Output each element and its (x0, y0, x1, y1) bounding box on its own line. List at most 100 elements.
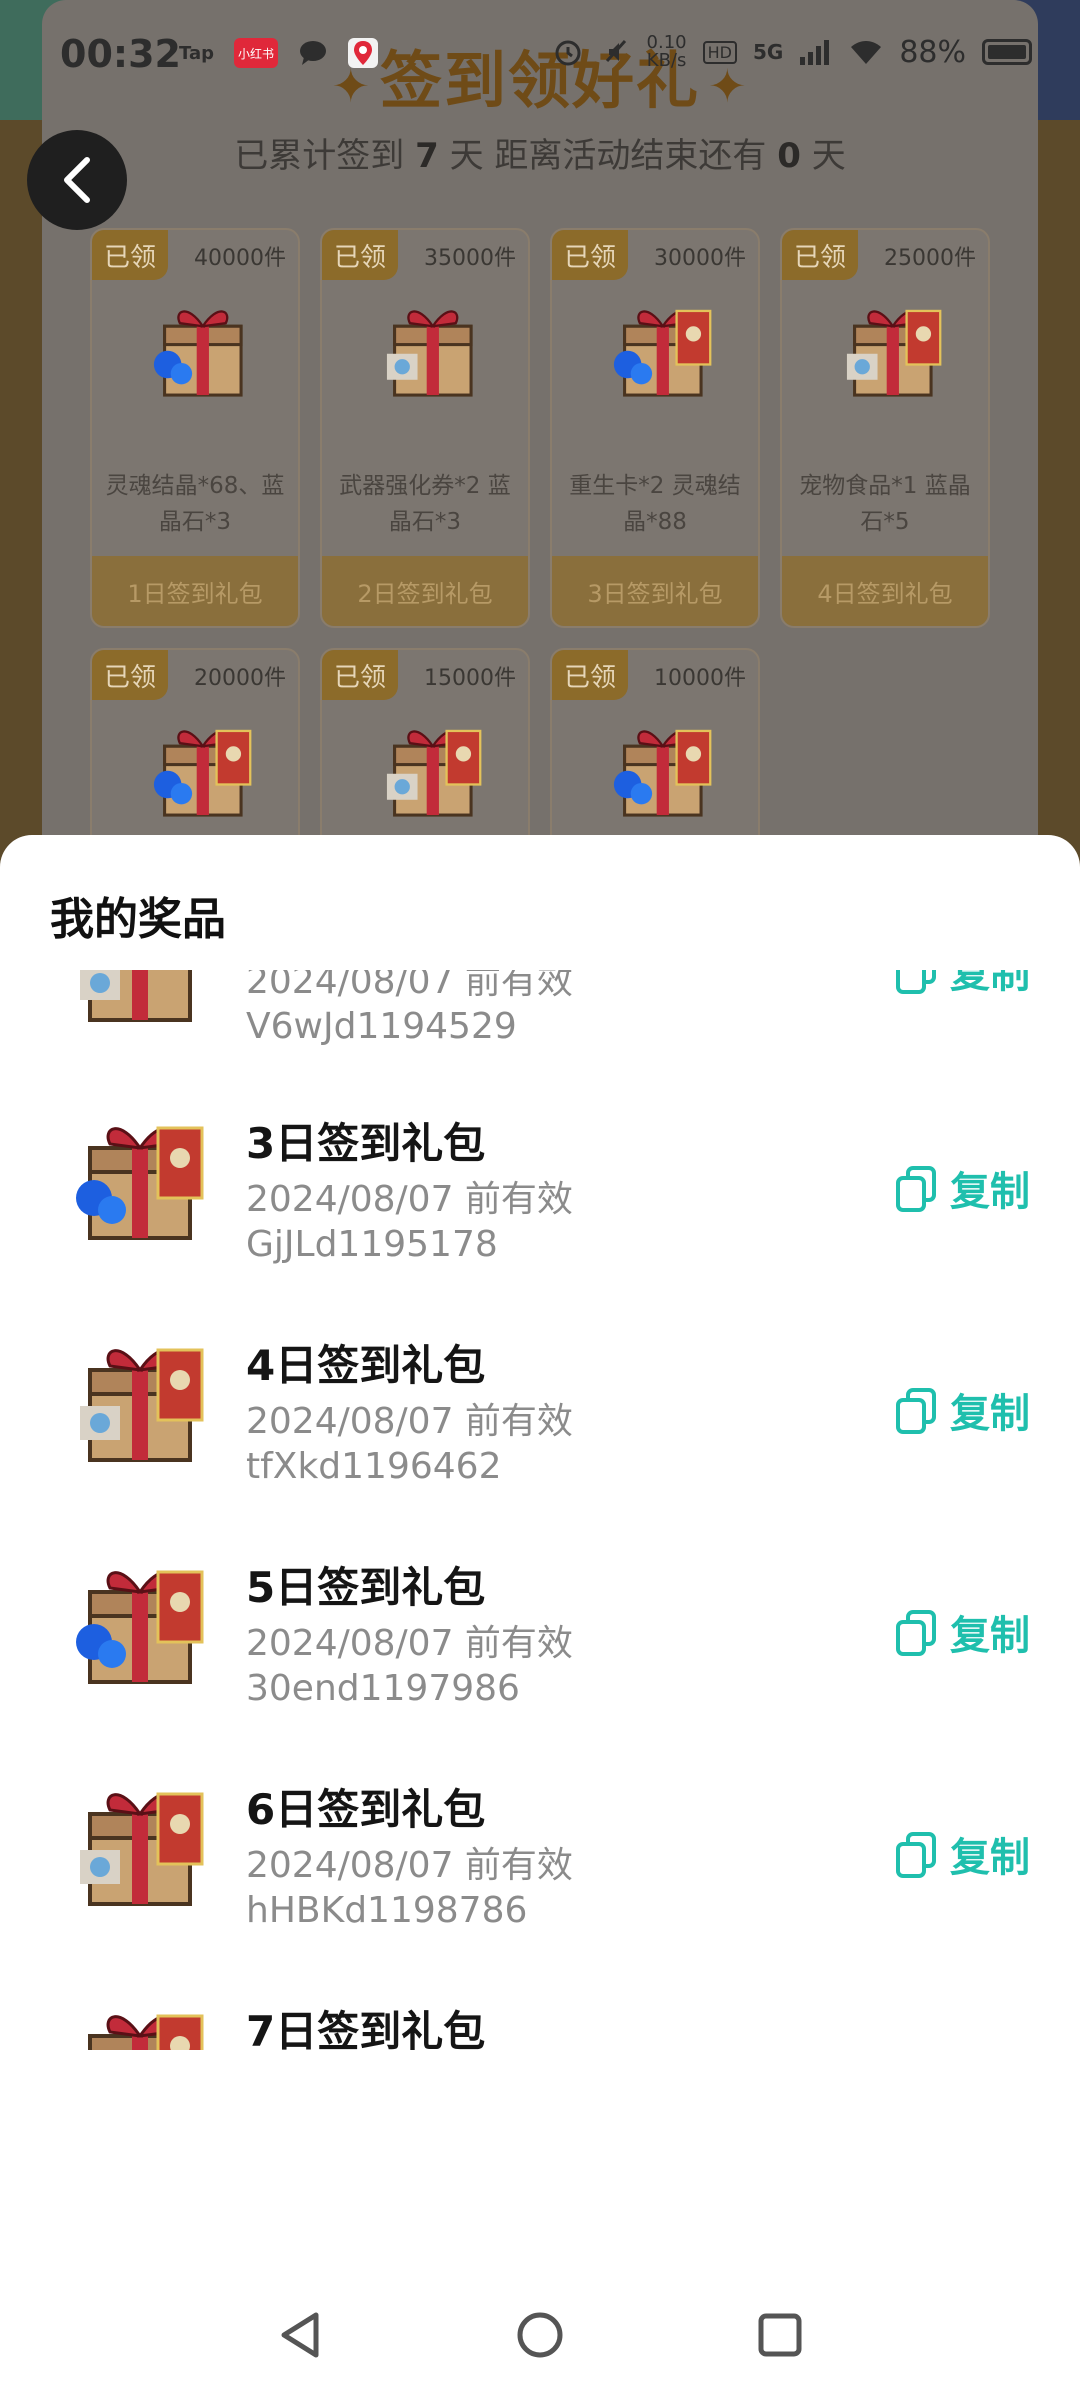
copy-icon (896, 970, 936, 994)
copy-button[interactable]: 复制 (894, 2046, 1030, 2050)
gift-label: 3日签到礼包 (552, 556, 758, 626)
gift-box-icon (134, 708, 264, 838)
triangle-back-icon (281, 2312, 319, 2358)
gift-box-icon (50, 970, 220, 1050)
back-button[interactable] (27, 130, 127, 230)
prize-row: 3日签到礼包 2024/08/07 前有效 GjJLd1195178 复制 (0, 1080, 1080, 1300)
gift-description: 灵魂结晶*68、蓝晶石*3 (105, 473, 285, 535)
prize-row: 6日签到礼包 2024/08/07 前有效 hHBKd1198786 复制 (0, 1746, 1080, 1966)
copy-icon (896, 1832, 936, 1878)
gift-box-icon (824, 288, 954, 418)
gift-card[interactable]: 已领 25000件 宠物食品*1 蓝晶石*5 4日签到礼包 (780, 228, 990, 628)
signal-type: 5G (752, 40, 784, 64)
copy-icon (896, 1610, 936, 1656)
gift-count: 30000件 (654, 246, 746, 271)
gift-count: 15000件 (424, 666, 516, 691)
prize-code: hHBKd1198786 (246, 1890, 528, 1931)
chevron-left-icon (64, 157, 90, 203)
prize-name: 6日签到礼包 (246, 1785, 486, 1834)
prize-row: 4日签到礼包 2024/08/07 前有效 tfXkd1196462 复制 (0, 1302, 1080, 1522)
copy-icon (896, 1388, 936, 1434)
prize-validity: 2024/08/07 前有效 (246, 1845, 573, 1886)
battery-percent: 88% (899, 34, 966, 70)
copy-icon (896, 1166, 936, 1212)
mute-icon (605, 39, 626, 63)
gift-box-icon (364, 288, 494, 418)
prize-name: 5日签到礼包 (246, 1563, 486, 1612)
gift-count: 10000件 (654, 666, 746, 691)
claimed-tag: 已领 (92, 650, 168, 700)
my-prizes-sheet: 我的奖品 2日签到礼包 2024/08/07 前有效 V6wJd1194529 … (0, 835, 1080, 2400)
copy-button[interactable]: 复制 (894, 1158, 1030, 1218)
copy-label: 复制 (950, 1835, 1030, 1881)
gift-box-icon (594, 708, 724, 838)
net-speed: 0.10 KB/s (646, 32, 687, 71)
copy-button[interactable]: 复制 (894, 1824, 1030, 1884)
copy-label: 复制 (950, 1169, 1030, 1215)
copy-button[interactable]: 复制 (894, 970, 1030, 1000)
status-bar: 00:32 Tap 小红书 0.10 KB/s HD 5G 88% (0, 0, 1080, 110)
claimed-tag: 已领 (782, 230, 858, 280)
nav-recent-button[interactable] (745, 2300, 815, 2370)
prize-row: 2日签到礼包 2024/08/07 前有效 V6wJd1194529 复制 (0, 970, 1080, 1082)
claimed-tag: 已领 (322, 650, 398, 700)
nav-home-button[interactable] (505, 2300, 575, 2370)
prize-validity: 2024/08/07 前有效 (246, 1401, 573, 1442)
map-app-icon (348, 38, 379, 68)
prize-validity: 2024/08/07 前有效 (246, 1179, 573, 1220)
gift-card[interactable]: 已领 30000件 重生卡*2 灵魂结晶*88 3日签到礼包 (550, 228, 760, 628)
gift-box-icon (50, 1542, 220, 1712)
prize-code: GjJLd1195178 (246, 1224, 498, 1265)
signal-icon (800, 40, 830, 65)
prize-code: tfXkd1196462 (246, 1446, 502, 1487)
gift-description: 武器强化券*2 蓝晶石*3 (339, 473, 511, 535)
gift-count: 40000件 (194, 246, 286, 271)
alarm-icon (555, 40, 581, 66)
claimed-tag: 已领 (552, 230, 628, 280)
prize-name: 3日签到礼包 (246, 1119, 486, 1168)
claimed-tag: 已领 (92, 230, 168, 280)
gift-description: 宠物食品*1 蓝晶石*5 (799, 473, 971, 535)
gift-box-icon (50, 1098, 220, 1268)
copy-label: 复制 (950, 970, 1030, 997)
gift-count: 20000件 (194, 666, 286, 691)
copy-label: 复制 (950, 1391, 1030, 1437)
message-icon (294, 38, 332, 68)
gift-box-icon (50, 1764, 220, 1934)
gift-card[interactable]: 已领 35000件 武器强化券*2 蓝晶石*3 2日签到礼包 (320, 228, 530, 628)
status-time: 00:32 (60, 32, 181, 76)
gift-box-icon (50, 1320, 220, 1490)
prize-validity: 2024/08/07 前有效 (246, 970, 573, 1002)
gift-label: 4日签到礼包 (782, 556, 988, 626)
battery-icon (982, 39, 1032, 65)
gift-box-icon (594, 288, 724, 418)
sheet-title: 我的奖品 (50, 894, 226, 945)
circle-home-icon (517, 2312, 563, 2358)
system-nav-bar (0, 2270, 1080, 2400)
copy-button[interactable]: 复制 (894, 1602, 1030, 1662)
gift-box-icon (364, 708, 494, 838)
prize-code: 30end1197986 (246, 1668, 520, 1709)
prize-code: V6wJd1194529 (246, 1006, 517, 1047)
taptap-icon: Tap (179, 42, 214, 64)
nav-back-button[interactable] (265, 2300, 335, 2370)
copy-label: 复制 (950, 1613, 1030, 1659)
activity-subtitle: 已累计签到 7 天 距离活动结束还有 0 天 (234, 136, 846, 176)
gift-description: 重生卡*2 灵魂结晶*88 (569, 473, 741, 535)
copy-label: 复制 (950, 2047, 1030, 2050)
claimed-tag: 已领 (322, 230, 398, 280)
gift-card[interactable]: 已领 40000件 灵魂结晶*68、蓝晶石*3 1日签到礼包 (90, 228, 300, 628)
notification-icons: Tap 小红书 (175, 38, 379, 68)
gift-box-icon (50, 1986, 220, 2050)
hd-badge: HD (702, 40, 737, 64)
prize-list[interactable]: 2日签到礼包 2024/08/07 前有效 V6wJd1194529 复制 3日… (0, 970, 1080, 2050)
prize-validity: 2024/08/07 前有效 (246, 1623, 573, 1664)
prize-row: 7日签到礼包 2024/08/07 前有效 s4avd1199990 复制 (0, 1968, 1080, 2050)
copy-button[interactable]: 复制 (894, 1380, 1030, 1440)
prize-name: 4日签到礼包 (246, 1341, 486, 1390)
square-recent-icon (758, 2313, 802, 2357)
activity-page: ✦ 签到领好礼 ✦ 已累计签到 7 天 距离活动结束还有 0 天 已领 40000件… (0, 0, 1080, 900)
prize-name: 7日签到礼包 (246, 2007, 486, 2050)
gift-label: 1日签到礼包 (92, 556, 298, 626)
gift-label: 2日签到礼包 (322, 556, 528, 626)
